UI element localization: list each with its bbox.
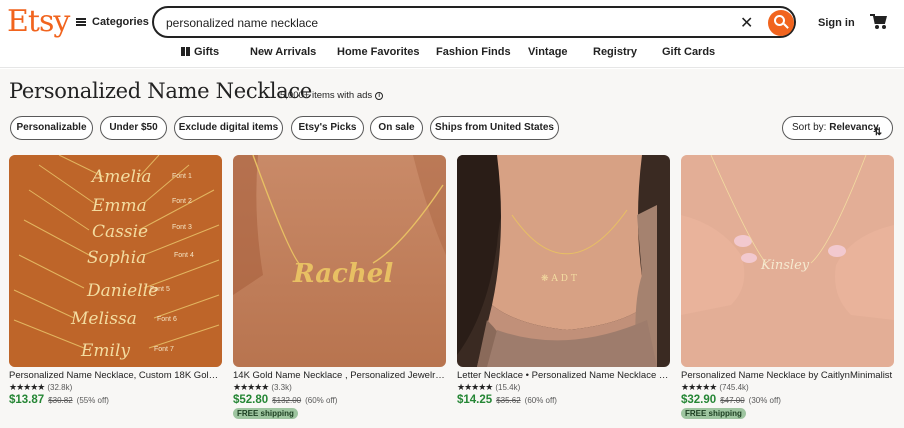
categories-button[interactable]: Categories xyxy=(76,16,149,28)
discount-percent: (60% off) xyxy=(305,396,338,405)
font-label: Font 2 xyxy=(172,198,192,205)
sort-icon: ⇅ xyxy=(873,127,882,138)
nav-item-home-favorites[interactable]: Home Favorites xyxy=(337,46,420,58)
listing-title[interactable]: Letter Necklace • Personalized Name Neck… xyxy=(457,370,670,381)
listing-image[interactable]: ❋ A D T xyxy=(457,155,670,367)
sale-price: $14.25 xyxy=(457,394,493,406)
star-rating-icon: ★★★★★ xyxy=(457,382,493,392)
price-row: $13.87 $30.82 (55% off) xyxy=(9,394,109,406)
listing-image[interactable]: Amelia Emma Cassie Sophia Danielle Melis… xyxy=(9,155,222,367)
nav-item-fashion-finds[interactable]: Fashion Finds xyxy=(436,46,511,58)
kinsley-necklace-image: Kinsley xyxy=(681,155,894,367)
filter-chip-etsys-picks[interactable]: Etsy's Picks xyxy=(291,116,364,140)
sign-in-link[interactable]: Sign in xyxy=(818,17,855,29)
sample-name: Emily xyxy=(80,341,130,361)
nav-item-vintage[interactable]: Vintage xyxy=(528,46,568,58)
filter-chip-exclude-digital[interactable]: Exclude digital items xyxy=(174,116,283,140)
listing-rating: ★★★★★ (745.4k) xyxy=(681,382,749,393)
nav-item-new-arrivals[interactable]: New Arrivals xyxy=(250,46,316,58)
sample-name: Cassie xyxy=(92,222,148,242)
review-count: (745.4k) xyxy=(719,383,749,392)
filter-chip-under-50[interactable]: Under $50 xyxy=(100,116,167,140)
filter-chip-on-sale[interactable]: On sale xyxy=(370,116,423,140)
sample-name: Melissa xyxy=(70,309,137,329)
listing-image[interactable]: Rachel xyxy=(233,155,446,367)
sale-price: $52.80 xyxy=(233,394,269,406)
close-icon[interactable]: ✕ xyxy=(740,13,753,33)
original-price: $35.62 xyxy=(496,396,521,405)
rachel-necklace-image: Rachel xyxy=(233,155,446,367)
star-rating-icon: ★★★★★ xyxy=(233,382,269,392)
sample-name: Sophia xyxy=(87,248,146,268)
necklace-letters: ❋ A D T xyxy=(541,274,577,284)
font-label: Font 5 xyxy=(150,286,170,293)
cart-icon[interactable] xyxy=(870,14,888,30)
sample-name: Emma xyxy=(91,196,147,216)
original-price: $132.00 xyxy=(272,396,302,405)
review-count: (32.8k) xyxy=(47,383,73,392)
category-nav: Gifts New Arrivals Home Favorites Fashio… xyxy=(0,44,904,64)
free-shipping-badge: FREE shipping xyxy=(681,408,746,419)
etsy-logo[interactable]: Etsy xyxy=(7,4,70,39)
sort-dropdown[interactable]: Sort by: Relevancy ⇅ xyxy=(782,116,893,140)
filter-chip-ships-from-us[interactable]: Ships from United States xyxy=(430,116,559,140)
free-shipping-badge: FREE shipping xyxy=(233,408,298,419)
listing-title[interactable]: 14K Gold Name Necklace , Personalized Je… xyxy=(233,370,446,381)
search-input[interactable]: personalized name necklace xyxy=(166,16,318,30)
info-icon[interactable]: i xyxy=(375,91,384,100)
review-count: (15.4k) xyxy=(495,383,521,392)
menu-icon xyxy=(76,18,86,26)
results-area: Personalized Name Necklace 5,000+ items … xyxy=(0,69,904,428)
font-label: Font 6 xyxy=(157,316,177,323)
filter-chip-personalizable[interactable]: Personalizable xyxy=(10,116,93,140)
necklace-name: Kinsley xyxy=(760,258,810,273)
sample-name: Amelia xyxy=(90,167,151,187)
font-label: Font 7 xyxy=(154,346,174,353)
discount-percent: (55% off) xyxy=(76,396,109,405)
price-row: $32.90 $47.00 (30% off) xyxy=(681,394,781,406)
sale-price: $13.87 xyxy=(9,394,45,406)
original-price: $47.00 xyxy=(720,396,745,405)
review-count: (3.3k) xyxy=(271,383,292,392)
font-label: Font 4 xyxy=(174,252,194,259)
page-title: Personalized Name Necklace xyxy=(9,79,312,103)
font-label: Font 1 xyxy=(172,173,192,180)
necklace-name: Rachel xyxy=(292,259,393,289)
font-label: Font 3 xyxy=(172,224,192,231)
results-count: 5,000+ items with ads i xyxy=(280,90,384,101)
letter-necklace-image: ❋ A D T xyxy=(457,155,670,367)
sale-price: $32.90 xyxy=(681,394,717,406)
categories-label: Categories xyxy=(92,16,149,28)
nav-item-registry[interactable]: Registry xyxy=(593,46,637,58)
listing-title[interactable]: Personalized Name Necklace, Custom 18K G… xyxy=(9,370,222,381)
discount-percent: (30% off) xyxy=(748,396,781,405)
price-row: $14.25 $35.62 (60% off) xyxy=(457,394,557,406)
search-button[interactable] xyxy=(768,10,794,36)
gift-icon xyxy=(181,47,190,56)
nav-item-gifts[interactable]: Gifts xyxy=(181,46,219,58)
search-bar[interactable]: personalized name necklace ✕ xyxy=(152,6,796,38)
listing-title[interactable]: Personalized Name Necklace by CaitlynMin… xyxy=(681,370,894,381)
sample-name: Danielle xyxy=(86,281,158,301)
listing-rating: ★★★★★ (32.8k) xyxy=(9,382,72,393)
nav-item-gift-cards[interactable]: Gift Cards xyxy=(662,46,715,58)
filter-chips: Personalizable Under $50 Exclude digital… xyxy=(0,116,904,142)
listing-rating: ★★★★★ (3.3k) xyxy=(233,382,292,393)
listing-rating: ★★★★★ (15.4k) xyxy=(457,382,520,393)
name-fonts-image: Amelia Emma Cassie Sophia Danielle Melis… xyxy=(9,155,222,367)
price-row: $52.80 $132.00 (60% off) xyxy=(233,394,337,406)
site-header: Etsy Categories personalized name neckla… xyxy=(0,0,904,68)
star-rating-icon: ★★★★★ xyxy=(9,382,45,392)
star-rating-icon: ★★★★★ xyxy=(681,382,717,392)
listing-image[interactable]: Kinsley xyxy=(681,155,894,367)
discount-percent: (60% off) xyxy=(524,396,557,405)
original-price: $30.82 xyxy=(48,396,73,405)
